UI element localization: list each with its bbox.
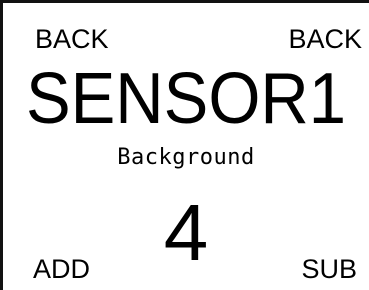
device-display: BACK BACK SENSOR1 Background 4 ADD SUB — [0, 0, 369, 290]
back-button-left[interactable]: BACK — [35, 26, 109, 53]
sub-button[interactable]: SUB — [301, 256, 357, 283]
parameter-label: Background — [117, 145, 255, 170]
back-button-right[interactable]: BACK — [288, 26, 362, 53]
sensor-title: SENSOR1 — [25, 59, 347, 139]
add-button[interactable]: ADD — [33, 256, 90, 283]
